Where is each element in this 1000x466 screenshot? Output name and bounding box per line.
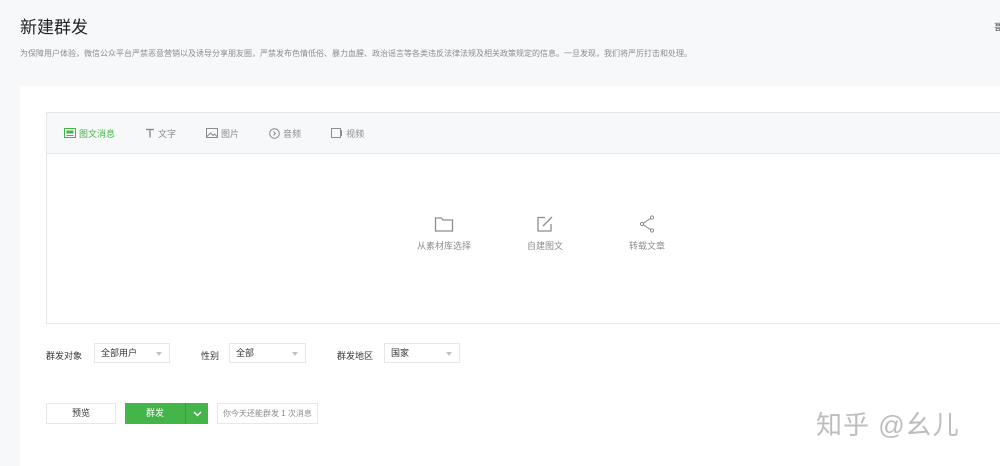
- region-select-value: 国家: [391, 348, 410, 358]
- zhihu-watermark: 知乎 @幺儿: [816, 410, 960, 440]
- quota-suffix: 次消息: [287, 409, 312, 418]
- tab-audio[interactable]: 音频: [269, 127, 301, 140]
- message-type-tabs: 图文消息 文字 图片 音频 视频: [47, 113, 1000, 154]
- region-select[interactable]: 国家: [384, 343, 460, 363]
- send-button[interactable]: 群发: [125, 403, 185, 424]
- region-label: 群发地区: [337, 351, 374, 361]
- send-quota-text: 你今天还能群发 1 次消息: [217, 403, 318, 424]
- choose-from-library[interactable]: 从素材库选择: [404, 215, 484, 252]
- tab-video-label: 视频: [346, 128, 365, 139]
- create-news-label: 自建图文: [526, 241, 563, 251]
- top-right-glyph: 哥: [994, 23, 1000, 34]
- send-options-dropdown[interactable]: [185, 403, 208, 424]
- target-select[interactable]: 全部用户: [94, 343, 170, 363]
- repost-article-label: 转载文章: [628, 241, 665, 251]
- chevron-down-icon: [193, 411, 202, 417]
- target-select-value: 全部用户: [101, 348, 138, 358]
- choose-from-library-label: 从素材库选择: [416, 241, 471, 251]
- gender-select[interactable]: 全部: [229, 343, 306, 363]
- chevron-down-icon: [292, 352, 298, 356]
- tab-news[interactable]: 图文消息: [64, 127, 115, 140]
- chevron-down-icon: [446, 352, 452, 356]
- message-editor: 图文消息 文字 图片 音频 视频 从素材库选择 自建图文 转载文章: [46, 112, 1000, 324]
- chevron-down-icon: [156, 352, 162, 356]
- tab-image-label: 图片: [221, 128, 240, 139]
- preview-button[interactable]: 预览: [46, 403, 116, 424]
- text-icon: [146, 128, 155, 138]
- tab-video[interactable]: 视频: [331, 127, 364, 140]
- audio-icon: [269, 127, 280, 139]
- quota-prefix: 你今天还能群发: [223, 409, 279, 418]
- create-news[interactable]: 自建图文: [505, 215, 585, 252]
- policy-notice: 为保障用户体验，微信公众平台严禁恶意营销以及诱导分享朋友圈，严禁发布色情低俗、暴…: [20, 49, 692, 58]
- quota-count: 1: [281, 409, 286, 418]
- repost-article[interactable]: 转载文章: [607, 215, 687, 252]
- edit-icon: [537, 216, 553, 232]
- tab-news-label: 图文消息: [79, 128, 116, 139]
- tab-image[interactable]: 图片: [206, 127, 239, 140]
- tab-text-label: 文字: [158, 128, 177, 139]
- tab-audio-label: 音频: [283, 128, 302, 139]
- gender-label: 性别: [201, 351, 220, 361]
- gender-select-value: 全部: [236, 348, 255, 358]
- share-icon: [639, 215, 655, 233]
- page-title: 新建群发: [20, 18, 88, 37]
- target-label: 群发对象: [46, 351, 83, 361]
- news-icon: [64, 128, 76, 138]
- video-icon: [331, 128, 343, 138]
- folder-icon: [434, 217, 454, 232]
- content-source-choices: 从素材库选择 自建图文 转载文章: [47, 215, 1000, 265]
- tab-text[interactable]: 文字: [145, 127, 176, 140]
- image-icon: [206, 128, 219, 138]
